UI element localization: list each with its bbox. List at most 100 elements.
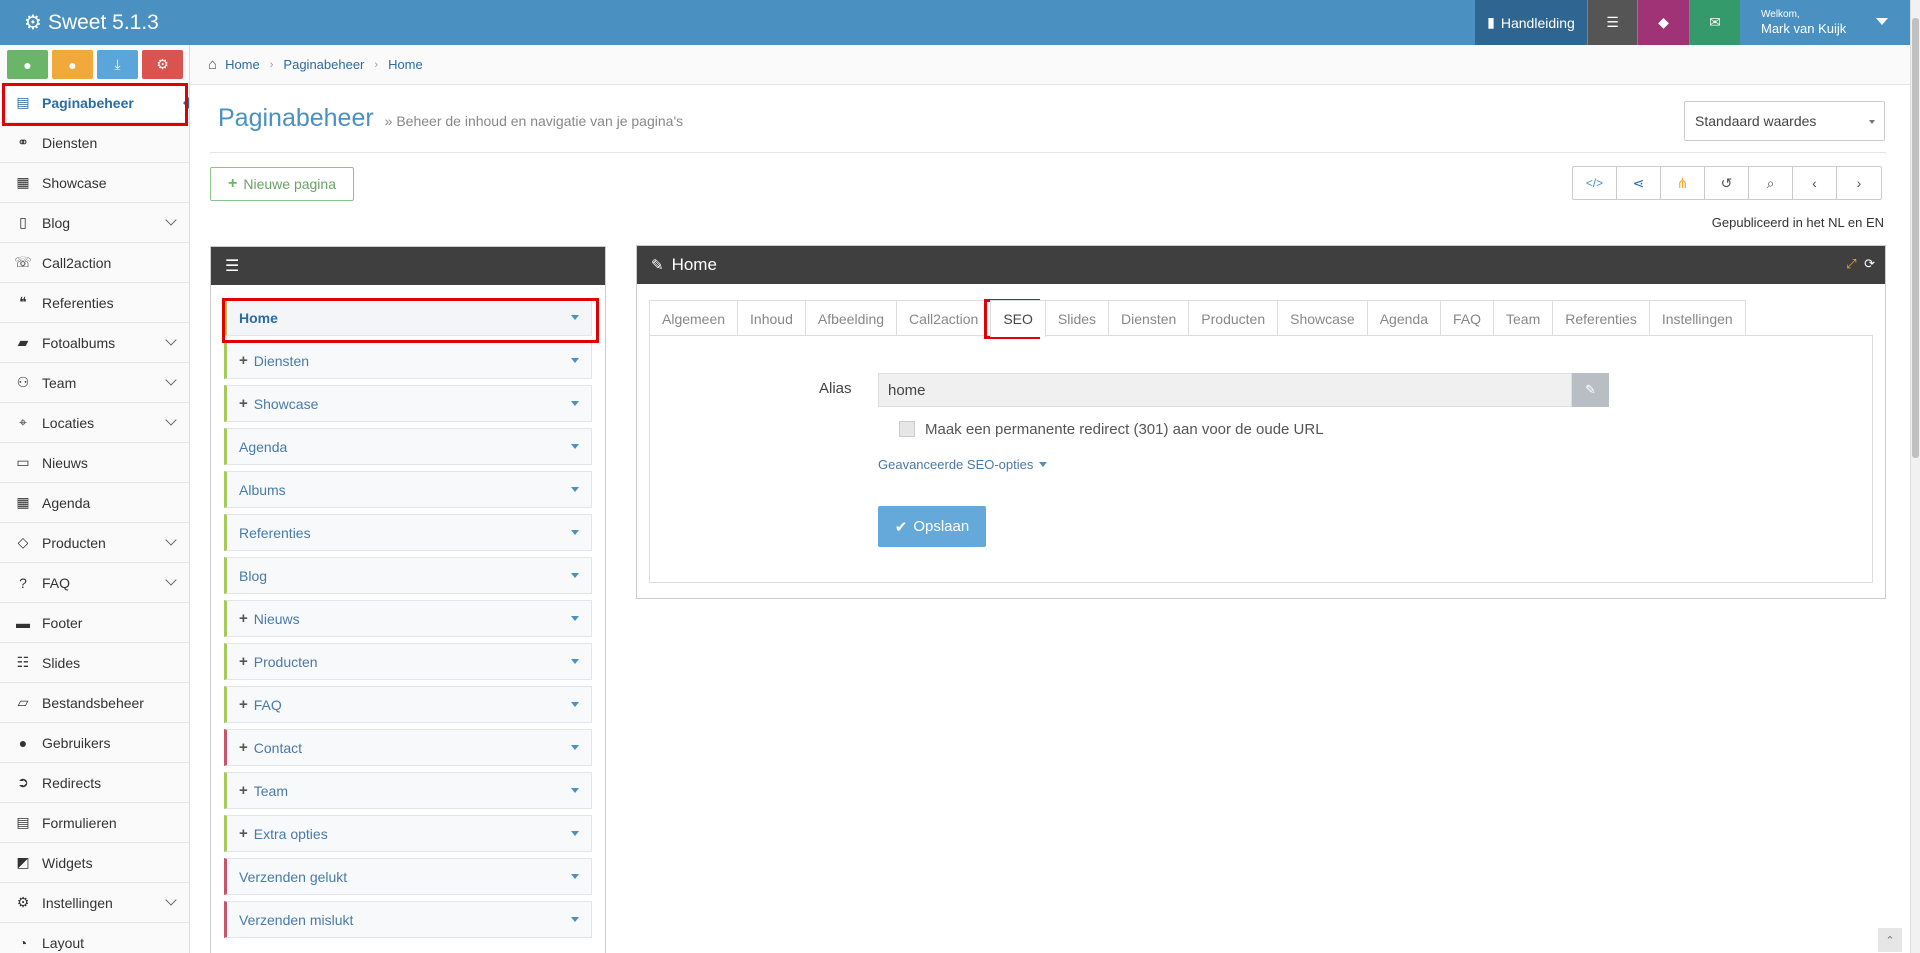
caret-down-icon[interactable] xyxy=(571,616,579,621)
breadcrumb-home[interactable]: Home xyxy=(225,57,260,72)
plus-icon[interactable]: + xyxy=(239,610,248,627)
sidebar-item-bestandsbeheer[interactable]: ▱ Bestandsbeheer xyxy=(0,683,189,723)
redirect-checkbox-label[interactable]: Maak een permanente redirect (301) aan v… xyxy=(925,421,1324,438)
tree-item-referenties[interactable]: Referenties xyxy=(224,514,592,551)
sidebar-item-formulieren[interactable]: ▤ Formulieren xyxy=(0,803,189,843)
scroll-to-top-button[interactable]: ⌃ xyxy=(1878,928,1902,952)
sidebar-item-gebruikers[interactable]: ● Gebruikers xyxy=(0,723,189,763)
tree-item-contact[interactable]: + Contact xyxy=(224,729,592,766)
plus-icon[interactable]: + xyxy=(239,696,248,713)
advanced-seo-toggle[interactable]: Geavanceerde SEO-opties xyxy=(878,457,1048,472)
sidebar-item-call2action[interactable]: ☏ Call2action xyxy=(0,243,189,283)
caret-down-icon[interactable] xyxy=(571,530,579,535)
tab-seo[interactable]: SEO xyxy=(990,300,1046,337)
alias-edit-button[interactable]: ✎ xyxy=(1572,373,1609,407)
caret-down-icon[interactable] xyxy=(571,788,579,793)
caret-down-icon[interactable] xyxy=(571,659,579,664)
sidebar-item-locaties[interactable]: ⌖ Locaties xyxy=(0,403,189,443)
code-button[interactable]: </> xyxy=(1573,167,1617,199)
plus-icon[interactable]: + xyxy=(239,653,248,670)
caret-down-icon[interactable] xyxy=(571,315,579,320)
tree-item-nieuws[interactable]: + Nieuws xyxy=(224,600,592,637)
tab-call2action[interactable]: Call2action xyxy=(896,300,992,336)
tab-team[interactable]: Team xyxy=(1493,300,1554,336)
page-scrollbar[interactable] xyxy=(1910,0,1920,953)
sidebar-item-team[interactable]: ⚇ Team xyxy=(0,363,189,403)
sidebar-item-diensten[interactable]: ⚭ Diensten xyxy=(0,123,189,163)
tab-instellingen[interactable]: Instellingen xyxy=(1648,300,1746,336)
tree-item-blog[interactable]: Blog xyxy=(224,557,592,594)
app-brand[interactable]: ⚙ Sweet 5.1.3 xyxy=(24,0,159,45)
history-button[interactable]: ↺ xyxy=(1705,167,1749,199)
caret-down-icon[interactable] xyxy=(571,702,579,707)
sidebar-item-nieuws[interactable]: ▭ Nieuws xyxy=(0,443,189,483)
sidebar-item-agenda[interactable]: ▦ Agenda xyxy=(0,483,189,523)
sidebar-item-showcase[interactable]: ▦ Showcase xyxy=(0,163,189,203)
quick-download-button[interactable]: ⤓ xyxy=(97,50,138,79)
tree-item-home[interactable]: Home xyxy=(224,299,592,336)
caret-down-icon[interactable] xyxy=(571,874,579,879)
tree-item-albums[interactable]: Albums xyxy=(224,471,592,508)
sidebar-item-footer[interactable]: ▬ Footer xyxy=(0,603,189,643)
menu-icon[interactable]: ☰ xyxy=(225,256,239,276)
caret-down-icon[interactable] xyxy=(571,917,579,922)
tab-faq[interactable]: FAQ xyxy=(1440,300,1495,336)
defaults-select[interactable]: Standaard waardes xyxy=(1684,101,1885,141)
caret-down-icon[interactable] xyxy=(571,358,579,363)
tree-item-agenda[interactable]: Agenda xyxy=(224,428,592,465)
tab-afbeelding[interactable]: Afbeelding xyxy=(804,300,898,336)
save-button[interactable]: ✔ Opslaan xyxy=(878,506,986,547)
tree-item-producten[interactable]: + Producten xyxy=(224,643,592,680)
quick-settings-button[interactable]: ⚙ xyxy=(142,50,183,79)
expand-icon[interactable]: ⤢ xyxy=(1846,256,1856,271)
tree-item-team[interactable]: + Team xyxy=(224,772,592,809)
refresh-icon[interactable]: ⟳ xyxy=(1864,256,1875,271)
breadcrumb-paginabeheer[interactable]: Paginabeheer xyxy=(283,57,364,72)
new-page-button[interactable]: + Nieuwe pagina xyxy=(210,167,354,201)
quick-user-button[interactable]: ● xyxy=(52,50,93,79)
tab-slides[interactable]: Slides xyxy=(1044,300,1110,336)
user-menu[interactable]: Welkom, Mark van Kuijk xyxy=(1741,0,1910,45)
sidebar-item-paginabeheer[interactable]: ▤ Paginabeheer xyxy=(0,83,189,123)
caret-down-icon[interactable] xyxy=(571,444,579,449)
mail-button[interactable]: ✉ xyxy=(1690,0,1740,45)
sidebar-item-slides[interactable]: ☷ Slides xyxy=(0,643,189,683)
breadcrumb-current[interactable]: Home xyxy=(388,57,423,72)
share-button[interactable]: ⋖ xyxy=(1617,167,1661,199)
sidebar-item-producten[interactable]: ◇ Producten xyxy=(0,523,189,563)
tab-diensten[interactable]: Diensten xyxy=(1108,300,1190,336)
sidebar-item-redirects[interactable]: ➲ Redirects xyxy=(0,763,189,803)
previous-button[interactable]: ‹ xyxy=(1793,167,1837,199)
tree-item-diensten[interactable]: + Diensten xyxy=(224,342,592,379)
tree-item-verzenden-gelukt[interactable]: Verzenden gelukt xyxy=(224,858,592,895)
sidebar-item-fotoalbums[interactable]: ▰ Fotoalbums xyxy=(0,323,189,363)
manual-button[interactable]: ▮ Handleiding xyxy=(1475,0,1587,45)
diamond-button[interactable]: ◆ xyxy=(1638,0,1689,45)
caret-down-icon[interactable] xyxy=(571,487,579,492)
quick-location-button[interactable]: ● xyxy=(7,50,48,79)
sidebar-item-instellingen[interactable]: ⚙ Instellingen xyxy=(0,883,189,923)
tree-item-faq[interactable]: + FAQ xyxy=(224,686,592,723)
caret-down-icon[interactable] xyxy=(571,401,579,406)
plus-icon[interactable]: + xyxy=(239,739,248,756)
plus-icon[interactable]: + xyxy=(239,395,248,412)
tab-showcase[interactable]: Showcase xyxy=(1277,300,1368,336)
search-button[interactable]: ⌕ xyxy=(1749,167,1793,199)
plus-icon[interactable]: + xyxy=(239,782,248,799)
tree-item-verzenden-mislukt[interactable]: Verzenden mislukt xyxy=(224,901,592,938)
home-icon[interactable]: ⌂ xyxy=(208,56,217,73)
sidebar-item-faq[interactable]: ? FAQ xyxy=(0,563,189,603)
plus-icon[interactable]: + xyxy=(239,825,248,842)
sidebar-item-blog[interactable]: ▯ Blog xyxy=(0,203,189,243)
scrollbar-thumb[interactable] xyxy=(1912,18,1919,458)
caret-down-icon[interactable] xyxy=(571,831,579,836)
tree-item-showcase[interactable]: + Showcase xyxy=(224,385,592,422)
tab-algemeen[interactable]: Algemeen xyxy=(649,300,739,336)
alias-input[interactable]: home xyxy=(878,373,1572,407)
redirect-checkbox[interactable] xyxy=(899,421,915,437)
tab-inhoud[interactable]: Inhoud xyxy=(737,300,806,336)
tab-agenda[interactable]: Agenda xyxy=(1366,300,1441,336)
caret-down-icon[interactable] xyxy=(571,573,579,578)
sitemap-button[interactable]: ⋔ xyxy=(1661,167,1705,199)
tree-item-extra-opties[interactable]: + Extra opties xyxy=(224,815,592,852)
